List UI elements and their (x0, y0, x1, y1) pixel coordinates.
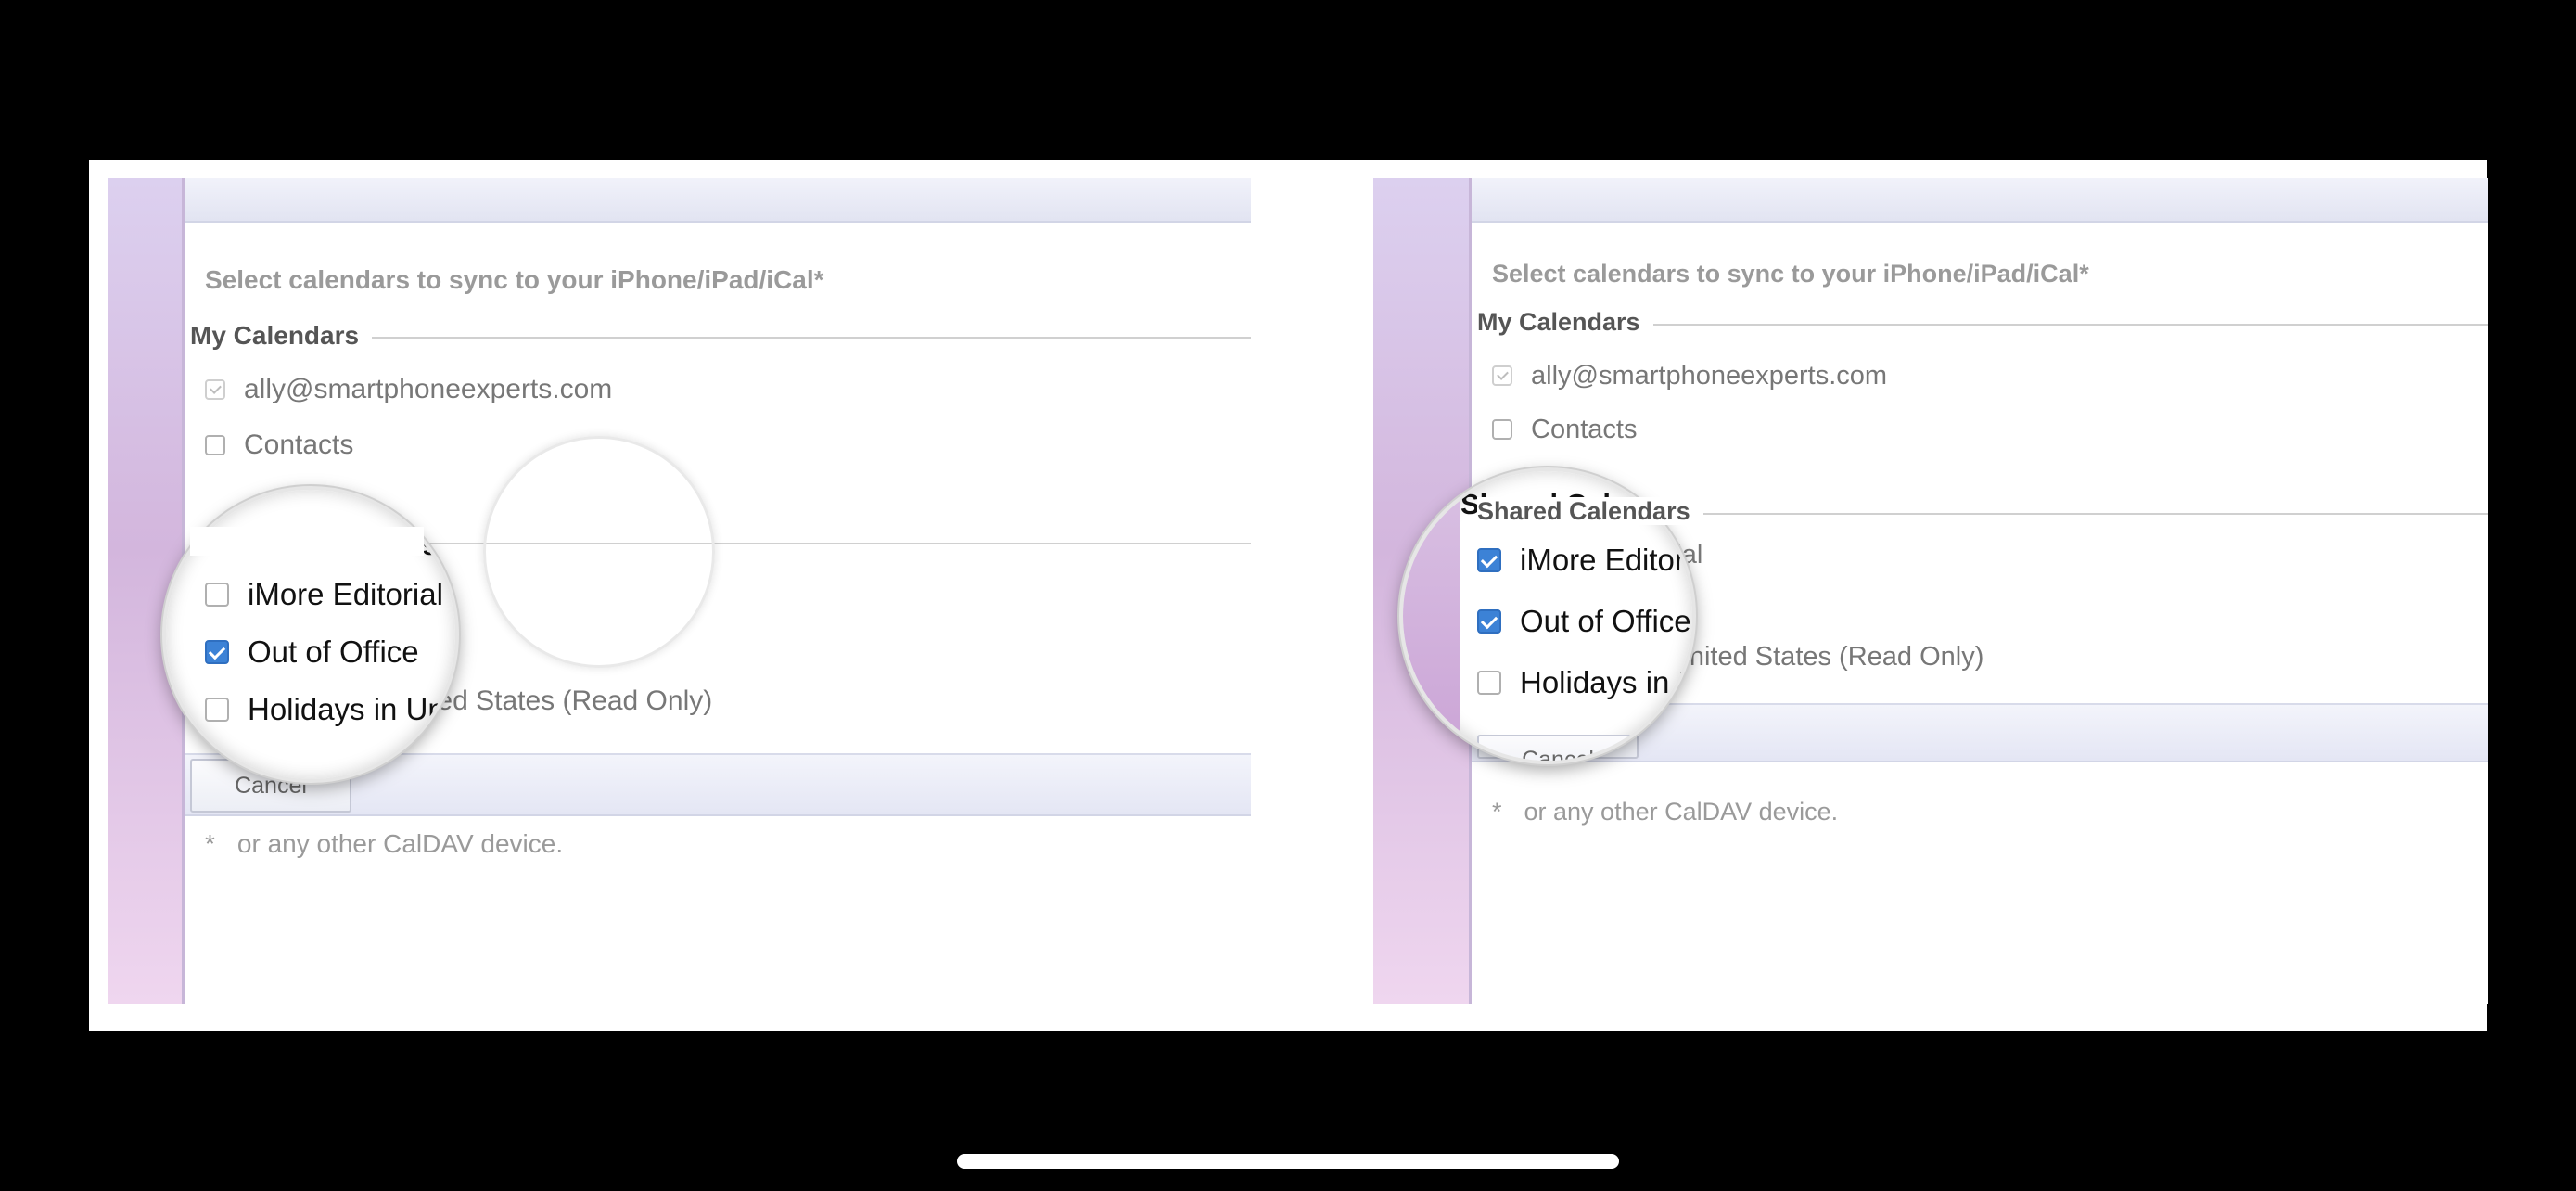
lens-holidays-checkbox[interactable] (1477, 671, 1501, 695)
lens-shared-row[interactable]: iMore Editorial (205, 576, 443, 613)
screenshot-card: Select calendars to sync to your iPhone/… (89, 160, 2488, 1031)
my-calendars-label: My Calendars (1477, 308, 1653, 336)
account-label: ally@smartphoneexperts.com (1531, 360, 1888, 391)
lens-holidays-label: Holidays in United States (Read Only) (1520, 665, 1692, 699)
footnote-text: or any other CalDAV device. (236, 829, 564, 858)
my-calendars-section: My Calendars (1477, 308, 2488, 339)
account-calendar-row[interactable]: ally@smartphoneexperts.com (1492, 357, 1887, 394)
contacts-label: Contacts (1531, 414, 1638, 444)
account-checkbox (1492, 365, 1512, 386)
my-calendars-label: My Calendars (190, 321, 373, 350)
lens-imore-checkbox[interactable] (1477, 548, 1501, 572)
lens-shared-row[interactable]: iMore Editorial (1477, 542, 1696, 579)
shared-calendars-section: Shared Calendars (1477, 497, 2488, 529)
lens-imore-label: iMore Editorial (1520, 543, 1696, 577)
my-calendars-section: My Calendars (190, 321, 1251, 352)
lens-shared-row[interactable]: Holidays in United States (Read Only) (205, 691, 455, 728)
panel-title: Select calendars to sync to your iPhone/… (205, 265, 824, 294)
shared-calendars-section: Shared Calendars (190, 527, 1251, 558)
lens-holidays-label: Holidays in United States (Read Only) (248, 692, 455, 726)
lens-imore-checkbox[interactable] (205, 583, 229, 607)
left-calendar-panel: Select calendars to sync to your iPhone/… (108, 178, 1251, 1004)
lens-shared-row[interactable]: Out of Office (1477, 603, 1691, 640)
contacts-checkbox[interactable] (205, 435, 225, 455)
home-indicator (957, 1154, 1619, 1169)
footnote: * or any other CalDAV device. (205, 829, 563, 859)
contacts-label: Contacts (244, 429, 354, 460)
lens-ooo-checkbox[interactable] (205, 640, 229, 664)
footnote: * or any other CalDAV device. (1492, 798, 1838, 826)
footnote-star: * (1492, 798, 1502, 826)
footnote-text: or any other CalDAV device. (1524, 798, 1839, 826)
lens-shared-row[interactable]: Holidays in United States (Read Only) (1477, 664, 1692, 701)
account-label: ally@smartphoneexperts.com (244, 374, 613, 404)
contacts-row[interactable]: Contacts (205, 427, 353, 464)
top-bar (1472, 178, 2488, 223)
lens-ooo-label: Out of Office (248, 634, 419, 669)
account-checkbox (205, 379, 225, 400)
right-calendar-panel: Select calendars to sync to your iPhone/… (1373, 178, 2488, 1004)
lens-cancel-button[interactable]: Cancel (1477, 735, 1639, 761)
contacts-row[interactable]: Contacts (1492, 411, 1637, 448)
account-calendar-row[interactable]: ally@smartphoneexperts.com (205, 371, 612, 408)
footnote-star: * (205, 829, 215, 858)
magnifier-ghost (483, 436, 715, 668)
lens-imore-label: iMore Editorial (248, 577, 443, 611)
lens-holidays-checkbox[interactable] (205, 698, 229, 722)
top-bar (185, 178, 1251, 223)
contacts-checkbox[interactable] (1492, 419, 1512, 440)
lens-ooo-checkbox[interactable] (1477, 609, 1501, 634)
lens-ooo-label: Out of Office (1520, 604, 1691, 638)
panel-title: Select calendars to sync to your iPhone/… (1492, 260, 2089, 288)
shared-calendars-label: Shared Calendars (1477, 497, 1703, 525)
shared-calendars-label: Shared Calendars (190, 527, 425, 556)
lens-shared-row[interactable]: Out of Office (205, 634, 419, 671)
